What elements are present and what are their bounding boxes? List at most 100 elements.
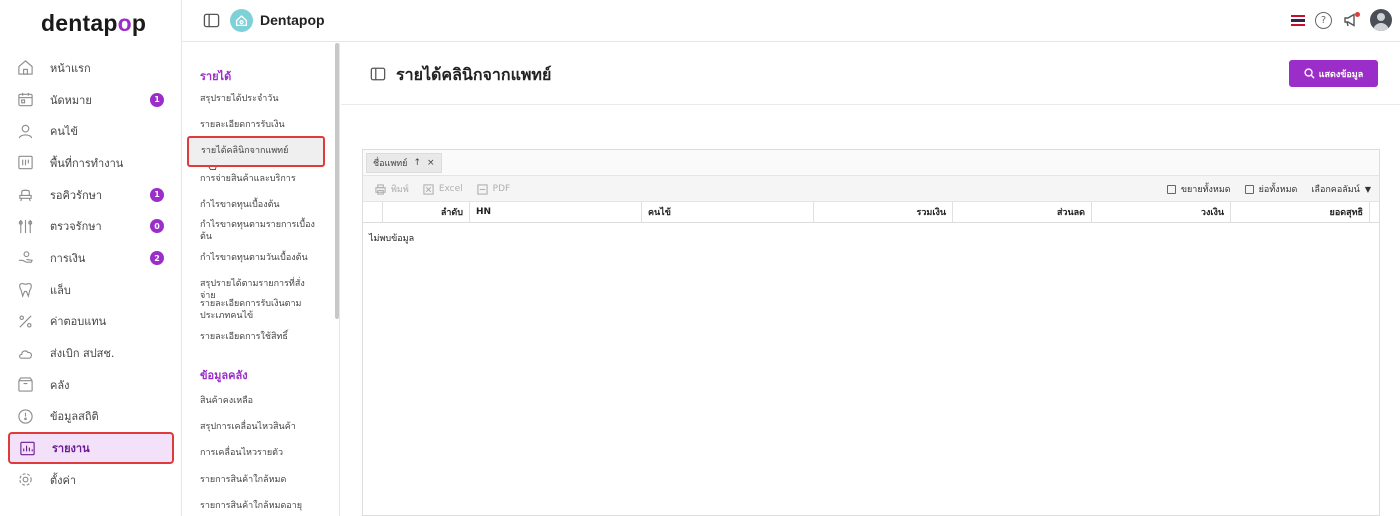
sidebar-item-3[interactable]: พื้นที่การทำงาน — [8, 147, 174, 179]
sidebar-item-11[interactable]: ข้อมูลสถิติ — [8, 401, 174, 433]
sidebar-item-7[interactable]: แล็บ — [8, 274, 174, 306]
sidebar-nav: หน้าแรกนัดหมาย 1 คนไข้พื้นที่การทำงานรอคิว… — [8, 52, 174, 496]
report-icon — [18, 439, 36, 457]
grid-header-row: ลำดับ HN คนไข้ รวมเงิน ส่วนลด วงเงิน ยอด… — [363, 202, 1379, 223]
submenu-item[interactable]: รายได้คลินิกจากแพทย์ — [187, 136, 325, 167]
expand-all-button[interactable]: ขยายทั้งหมด — [1166, 182, 1231, 196]
submenu-item[interactable]: สินค้าคงเหลือ — [200, 395, 320, 407]
show-data-label: แสดงข้อมูล — [1318, 69, 1364, 80]
column-header-seq[interactable]: ลำดับ — [383, 202, 470, 222]
report-submenu: รายได้ สรุปรายได้ประจำวัน รายละเอียดการรับ… — [182, 43, 340, 516]
sidebar-item-label: คลัง — [50, 378, 70, 392]
column-header-limit[interactable]: วงเงิน — [1092, 202, 1231, 222]
printer-icon — [375, 183, 386, 195]
sidebar-item-label: ตั้งค่า — [50, 473, 77, 487]
group-panel: ชื่อแพทย์ ↑ × — [363, 150, 1379, 176]
column-chooser-button[interactable]: เลือกคอลัมน์ ▼ — [1311, 182, 1371, 196]
group-chip[interactable]: ชื่อแพทย์ ↑ × — [366, 153, 442, 173]
sidebar: dentapop หน้าแรกนัดหมาย 1 คนไข้พื้นที่การท… — [0, 0, 182, 516]
close-icon[interactable]: × — [427, 158, 435, 168]
submenu-item[interactable]: รายการสินค้าใกล้หมด — [200, 474, 320, 486]
main-content: รายได้คลินิกจากแพทย์ แสดงข้อมูล ชื่อแพทย… — [341, 43, 1400, 516]
submenu-item[interactable]: รายละเอียดการรับเงิน — [200, 119, 320, 131]
box-icon — [16, 376, 34, 394]
submenu-item[interactable]: รายการสินค้าใกล้หมดอายุ — [200, 500, 320, 512]
sidebar-item-0[interactable]: หน้าแรก — [8, 52, 174, 84]
submenu-item[interactable]: กำไรขาดทุนเบื้องต้น — [200, 199, 320, 211]
excel-icon — [423, 183, 434, 195]
sidebar-item-label: ตรวจรักษา — [50, 220, 102, 234]
group-chip-label: ชื่อแพทย์ — [373, 159, 408, 169]
stats-icon — [16, 407, 34, 425]
thai-flag-icon[interactable] — [1291, 14, 1305, 26]
sidebar-item-8[interactable]: ค่าตอบแทน — [8, 306, 174, 338]
column-header-discount[interactable]: ส่วนลด — [953, 202, 1092, 222]
sidebar-item-label: หน้าแรก — [50, 61, 91, 75]
sidebar-item-9[interactable]: ส่งเบิก สปสช. — [8, 337, 174, 369]
sidebar-item-10[interactable]: คลัง — [8, 369, 174, 401]
submenu-scrollbar[interactable] — [335, 43, 339, 319]
notification-badge: 2 — [150, 251, 164, 266]
submenu-item[interactable]: รายละเอียดการใช้สิทธิ์ — [200, 331, 320, 343]
sidebar-item-label: นัดหมาย — [50, 93, 92, 107]
expand-icon — [1166, 184, 1176, 194]
collapse-all-button[interactable]: ย่อทั้งหมด — [1244, 182, 1297, 196]
search-icon — [1304, 68, 1315, 79]
sidebar-item-2[interactable]: คนไข้ — [8, 115, 174, 147]
notification-badge: 0 — [150, 219, 164, 234]
notification-badge: 1 — [150, 92, 164, 107]
submenu-item[interactable]: สรุปรายได้ประจำวัน — [200, 93, 320, 105]
sidebar-item-label: รอคิวรักษา — [50, 188, 103, 202]
expand-column — [363, 202, 383, 222]
submenu-item[interactable]: สรุปการเคลื่อนไหวสินค้า — [200, 421, 320, 433]
brand-logo[interactable]: dentapop — [41, 10, 146, 37]
sidebar-item-label: รายงาน — [52, 442, 90, 456]
data-grid: ชื่อแพทย์ ↑ × พิมพ์ Excel PDF ขยายทั้งหม… — [362, 149, 1380, 516]
pdf-icon — [477, 183, 488, 195]
sidebar-toggle-icon[interactable] — [203, 12, 220, 29]
user-avatar[interactable] — [1370, 9, 1392, 31]
sidebar-item-label: แล็บ — [50, 283, 71, 297]
sort-asc-icon[interactable]: ↑ — [413, 158, 421, 168]
chevron-down-icon: ▼ — [1364, 184, 1371, 194]
submenu-item[interactable]: รายละเอียดการรับเงินตามประเภทคนไข้ — [200, 298, 320, 322]
submenu-section-title: ข้อมูลคลัง — [200, 369, 248, 382]
show-data-button[interactable]: แสดงข้อมูล — [1289, 60, 1378, 87]
page-title: รายได้คลินิกจากแพทย์ — [396, 67, 552, 84]
submenu-item[interactable]: กำไรขาดทุนตามรายการเบื้องต้น — [200, 219, 320, 243]
print-button[interactable]: พิมพ์ — [375, 182, 409, 196]
pdf-button[interactable]: PDF — [477, 182, 510, 196]
panel-icon[interactable] — [370, 66, 386, 82]
sidebar-item-label: ข้อมูลสถิติ — [50, 410, 99, 424]
sidebar-item-label: พื้นที่การทำงาน — [50, 156, 124, 170]
column-header-total[interactable]: รวมเงิน — [814, 202, 953, 222]
column-header-hn[interactable]: HN — [470, 202, 642, 222]
megaphone-icon[interactable] — [1342, 11, 1360, 29]
cloud-icon — [16, 344, 34, 362]
submenu-item[interactable]: การจ่ายสินค้าและบริการ — [200, 173, 320, 185]
money-hand-icon — [16, 249, 34, 267]
sidebar-item-12[interactable]: รายงาน — [8, 432, 174, 464]
sidebar-item-label: ค่าตอบแทน — [50, 315, 107, 329]
submenu-item[interactable]: การเคลื่อนไหวรายตัว — [200, 447, 320, 459]
sidebar-item-label: คนไข้ — [50, 125, 78, 139]
user-icon — [16, 122, 34, 140]
column-header-patient[interactable]: คนไข้ — [642, 202, 814, 222]
workspace-icon — [16, 154, 34, 172]
top-bar: Dentapop ? — [182, 0, 1400, 42]
sidebar-item-13[interactable]: ตั้งค่า — [8, 464, 174, 496]
notification-badge: 1 — [150, 187, 164, 202]
help-icon[interactable]: ? — [1315, 11, 1332, 29]
column-header-net[interactable]: ยอดสุทธิ — [1231, 202, 1370, 222]
sidebar-item-5[interactable]: ตรวจรักษา 0 — [8, 210, 174, 242]
collapse-icon — [1244, 184, 1254, 194]
sidebar-item-1[interactable]: นัดหมาย 1 — [8, 84, 174, 116]
excel-button[interactable]: Excel — [423, 182, 463, 196]
calendar-icon — [16, 91, 34, 109]
sidebar-item-6[interactable]: การเงิน 2 — [8, 242, 174, 274]
home-icon — [16, 59, 34, 77]
app-logo-icon — [230, 9, 253, 32]
chair-icon — [16, 186, 34, 204]
sidebar-item-4[interactable]: รอคิวรักษา 1 — [8, 179, 174, 211]
submenu-item[interactable]: กำไรขาดทุนตามวันเบื้องต้น — [200, 252, 320, 264]
